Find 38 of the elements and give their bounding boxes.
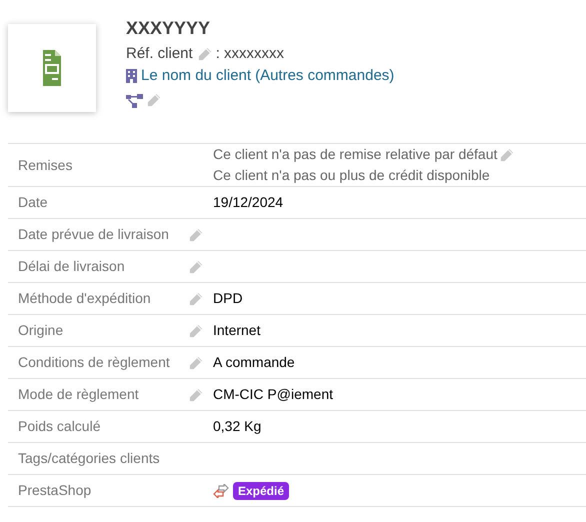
- hierarchy-icon: [126, 94, 143, 108]
- field-label: Poids calculé: [18, 417, 100, 436]
- pencil-icon[interactable]: [188, 228, 203, 243]
- other-orders-link[interactable]: (Autres commandes): [255, 65, 394, 87]
- pencil-icon[interactable]: [499, 148, 514, 163]
- ref-value: : xxxxxxxx: [216, 44, 284, 64]
- field-label: PrestaShop: [18, 481, 92, 500]
- customer-link[interactable]: Le nom du client: [141, 65, 252, 87]
- pencil-icon[interactable]: [188, 324, 203, 339]
- pencil-icon[interactable]: [188, 356, 203, 371]
- building-icon: [126, 69, 137, 83]
- note-text: Ce client n'a pas ou plus de crédit disponible: [213, 166, 490, 185]
- field-value: CM-CIC P@iement: [213, 386, 334, 402]
- pencil-icon[interactable]: [188, 292, 203, 307]
- pencil-icon[interactable]: [146, 93, 161, 108]
- ref-label: Réf. client: [126, 44, 193, 64]
- field-value: A commande: [213, 354, 295, 370]
- field-label: Date prévue de livraison: [18, 225, 169, 244]
- field-label: Date: [18, 193, 48, 212]
- field-label: Méthode d'expédition: [18, 289, 151, 308]
- field-label: Conditions de règlement: [18, 353, 170, 372]
- field-label: Tags/catégories clients: [18, 449, 160, 468]
- pencil-icon[interactable]: [196, 46, 212, 62]
- status-badge: Expédié: [233, 482, 290, 500]
- order-title: XXXYYYY: [126, 17, 212, 40]
- pencil-icon[interactable]: [188, 388, 203, 403]
- field-label: Origine: [18, 321, 64, 340]
- note-text: Ce client n'a pas de remise relative par défaut: [213, 145, 498, 164]
- field-value: 19/12/2024: [213, 194, 284, 210]
- field-label: Délai de livraison: [18, 257, 125, 276]
- sync-arrows-icon: [213, 484, 229, 498]
- field-label: Remises: [18, 156, 72, 174]
- field-value: Internet: [213, 322, 260, 338]
- field-value: 0,32 Kg: [213, 418, 262, 434]
- pencil-icon[interactable]: [188, 260, 203, 275]
- document-icon: [43, 50, 61, 86]
- field-label: Mode de règlement: [18, 385, 139, 404]
- field-value: DPD: [213, 290, 243, 306]
